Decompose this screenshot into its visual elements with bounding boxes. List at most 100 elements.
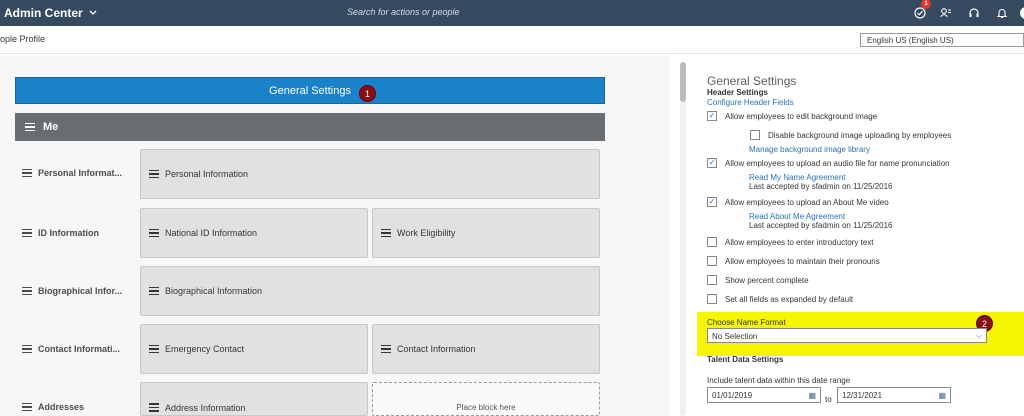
page-title: ople Profile	[0, 34, 46, 44]
app-title: Admin Center	[4, 6, 83, 20]
placeholder-label: Place block here	[456, 403, 516, 412]
drag-handle-icon[interactable]	[22, 344, 32, 354]
date-to-value: 12/31/2021	[842, 390, 883, 400]
block-label: Address Information	[165, 403, 246, 413]
option-disable-background-upload[interactable]: Disable background image uploading by em…	[750, 130, 951, 140]
block-label: Contact Information	[397, 344, 476, 354]
scrollbar-track[interactable]	[680, 62, 686, 416]
read-about-me-agreement-link[interactable]: Read About Me Agreement	[749, 212, 845, 221]
drag-handle-icon[interactable]	[149, 228, 159, 238]
chevron-down-icon: ⌵	[975, 331, 982, 340]
checkbox-unchecked[interactable]	[707, 294, 717, 304]
checkbox-unchecked[interactable]	[707, 237, 717, 247]
block-national-id-information[interactable]: National ID Information	[140, 208, 368, 258]
option-name-pronunciation[interactable]: ✓ Allow employees to upload an audio fil…	[707, 158, 950, 168]
checkbox-checked[interactable]: ✓	[707, 111, 717, 121]
app-title-menu[interactable]: Admin Center	[4, 6, 97, 20]
block-biographical-information[interactable]: Biographical Information	[140, 266, 600, 316]
calendar-icon[interactable]: ▦	[808, 391, 816, 400]
option-label: Disable background image uploading by em…	[768, 130, 952, 140]
talent-data-heading: Talent Data Settings	[707, 355, 784, 364]
checkbox-unchecked[interactable]	[707, 275, 717, 285]
option-label: Allow employees to upload an audio file …	[725, 158, 950, 168]
checkbox-checked[interactable]: ✓	[707, 158, 717, 168]
search-input[interactable]: Search for actions or people	[347, 7, 460, 17]
checkbox-unchecked[interactable]	[707, 256, 717, 266]
step-marker-1: 1	[359, 85, 376, 102]
choose-name-format-label: Choose Name Format	[707, 318, 786, 327]
option-label: Allow employees to enter introductory te…	[725, 237, 874, 247]
date-from-input[interactable]: 01/01/2019 ▦	[707, 387, 821, 403]
block-label: Biographical Information	[165, 286, 263, 296]
header-settings-heading: Header Settings	[707, 88, 768, 97]
drag-handle-icon[interactable]	[22, 168, 32, 178]
row-label-text: Addresses	[38, 402, 85, 412]
drag-handle-icon[interactable]	[22, 228, 32, 238]
option-label: Set all fields as expanded by default	[725, 294, 854, 304]
shell-bar: Admin Center Search for actions or peopl…	[0, 0, 1024, 26]
drag-handle-icon[interactable]	[22, 402, 32, 412]
to-label: to	[825, 395, 832, 404]
headset-icon[interactable]	[966, 5, 982, 21]
block-drop-placeholder[interactable]: Place block here	[372, 382, 600, 416]
drag-handle-icon[interactable]	[25, 122, 35, 132]
row-label-text: Personal Informat...	[38, 168, 123, 178]
name-format-select[interactable]: No Selection ⌵	[707, 328, 987, 343]
manage-background-library-link[interactable]: Manage background image library	[749, 145, 870, 154]
drag-handle-icon[interactable]	[149, 169, 159, 179]
scrollbar-thumb[interactable]	[680, 62, 686, 102]
row-label-biographical-information[interactable]: Biographical Infor...	[22, 286, 122, 296]
language-select[interactable]: English US (English US)	[860, 33, 1024, 47]
chevron-down-icon	[89, 10, 97, 15]
checkbox-checked[interactable]: ✓	[707, 197, 717, 207]
row-label-personal-information[interactable]: Personal Informat...	[22, 168, 122, 178]
drag-handle-icon[interactable]	[22, 286, 32, 296]
block-personal-information[interactable]: Personal Information	[140, 149, 600, 199]
date-range-label: Include talent data within this date ran…	[707, 376, 851, 385]
bell-icon[interactable]	[994, 5, 1010, 21]
configure-header-fields-link[interactable]: Configure Header Fields	[707, 98, 794, 107]
block-label: Work Eligibility	[397, 228, 456, 238]
row-label-contact-information[interactable]: Contact Informati...	[22, 344, 120, 354]
drag-handle-icon[interactable]	[149, 286, 159, 296]
option-label: Show percent complete	[725, 275, 809, 285]
option-label: Allow employees to maintain their pronou…	[725, 256, 880, 266]
row-label-text: ID Information	[38, 228, 99, 238]
block-label: Personal Information	[165, 169, 249, 179]
about-agreement-accepted: Last accepted by sfadmin on 11/25/2016	[749, 221, 893, 230]
option-label: Allow employees to upload an About Me vi…	[725, 197, 889, 207]
option-about-me-video[interactable]: ✓ Allow employees to upload an About Me …	[707, 197, 889, 207]
general-settings-label: General Settings	[269, 84, 351, 97]
drag-handle-icon[interactable]	[381, 344, 391, 354]
row-label-addresses[interactable]: Addresses	[22, 402, 84, 412]
row-label-text: Biographical Infor...	[38, 286, 123, 296]
me-section-header[interactable]: Me	[15, 113, 605, 141]
checkbox-unchecked[interactable]	[750, 130, 760, 140]
read-name-agreement-link[interactable]: Read My Name Agreement	[749, 173, 846, 182]
option-introductory-text[interactable]: Allow employees to enter introductory te…	[707, 237, 874, 247]
me-label: Me	[43, 121, 59, 133]
notification-badge: 1	[921, 0, 931, 9]
row-label-id-information[interactable]: ID Information	[22, 228, 99, 238]
avatar[interactable]	[1018, 5, 1024, 21]
block-work-eligibility[interactable]: Work Eligibility	[372, 208, 600, 258]
date-to-input[interactable]: 12/31/2021 ▦	[837, 387, 951, 403]
drag-handle-icon[interactable]	[381, 228, 391, 238]
drag-handle-icon[interactable]	[149, 344, 159, 354]
block-contact-information[interactable]: Contact Information	[372, 324, 600, 374]
drag-handle-icon[interactable]	[149, 403, 159, 412]
option-percent-complete[interactable]: Show percent complete	[707, 275, 809, 285]
option-edit-background[interactable]: ✓ Allow employees to edit background ima…	[707, 111, 877, 121]
date-from-value: 01/01/2019	[712, 390, 753, 400]
calendar-icon[interactable]: ▦	[938, 391, 946, 400]
row-label-text: Contact Informati...	[38, 344, 121, 354]
block-emergency-contact[interactable]: Emergency Contact	[140, 324, 368, 374]
people-icon[interactable]	[938, 5, 954, 21]
option-pronouns[interactable]: Allow employees to maintain their pronou…	[707, 256, 880, 266]
settings-panel-title: General Settings	[707, 74, 797, 88]
block-address-information[interactable]: Address Information	[140, 382, 368, 416]
block-label: National ID Information	[165, 228, 258, 238]
general-settings-button[interactable]: General Settings	[15, 77, 605, 104]
name-agreement-accepted: Last accepted by sfadmin on 11/25/2016	[749, 182, 893, 191]
option-expanded-default[interactable]: Set all fields as expanded by default	[707, 294, 853, 304]
